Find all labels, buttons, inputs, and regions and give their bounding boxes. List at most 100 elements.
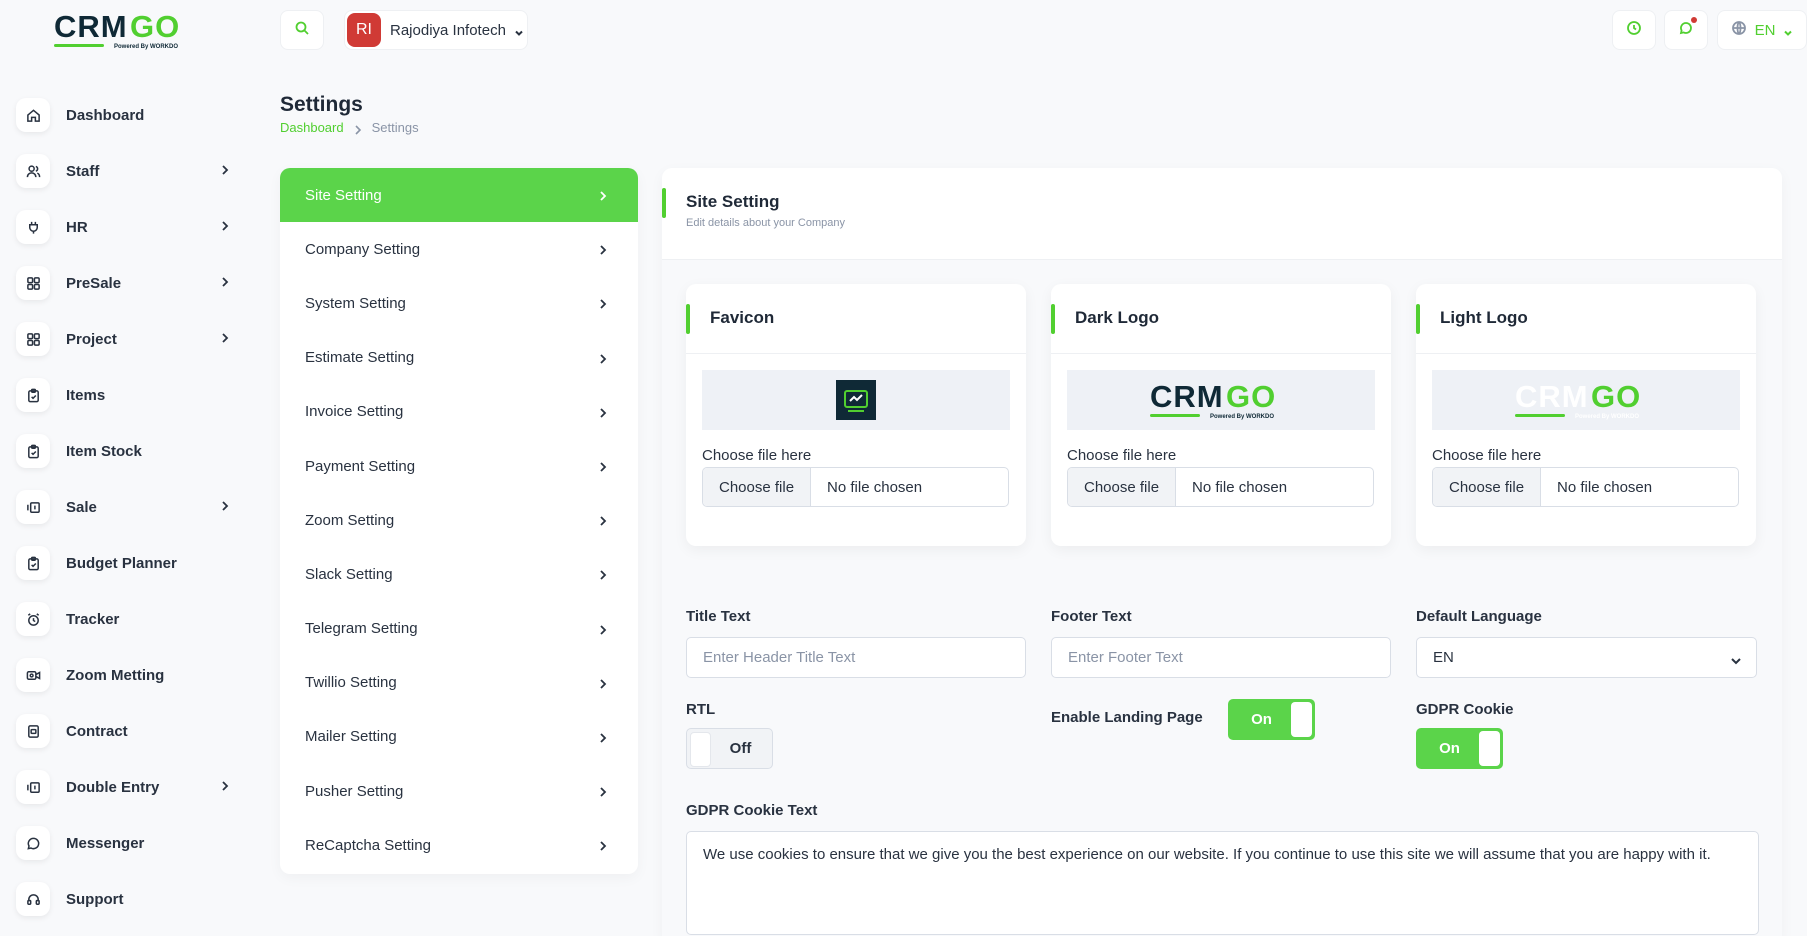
sidebar-item-label: Staff — [66, 162, 100, 180]
time-tracker-button[interactable] — [1612, 10, 1656, 50]
chevron-right-icon — [598, 189, 608, 201]
sidebar-item-dashboard[interactable]: Dashboard — [16, 87, 236, 143]
sidebar-item-project[interactable]: Project — [16, 311, 236, 367]
settings-menu-label: Payment Setting — [305, 457, 416, 475]
favicon-image — [836, 380, 876, 420]
title-text-input[interactable] — [686, 637, 1026, 678]
accent-bar — [686, 304, 690, 334]
landing-page-toggle[interactable]: On — [1228, 699, 1315, 740]
default-language-label: Default Language — [1416, 608, 1542, 625]
accent-bar — [1416, 304, 1420, 334]
sidebar-item-tracker[interactable]: Tracker — [16, 591, 236, 647]
choose-file-button[interactable]: Choose file — [1433, 468, 1542, 506]
sidebar-item-contract[interactable]: Contract — [16, 703, 236, 759]
light-logo-card: Light Logo CRM GO Powered By WORKDO Choo… — [1416, 284, 1756, 546]
dark-logo-file-input[interactable]: Choose file No file chosen — [1067, 467, 1374, 507]
chevron-right-icon — [218, 779, 232, 793]
breadcrumb-dashboard-link[interactable]: Dashboard — [280, 120, 344, 135]
chevron-right-icon — [218, 499, 232, 513]
clock-icon — [1626, 20, 1642, 41]
rtl-toggle[interactable]: Off — [686, 728, 773, 769]
settings-menu-item-system[interactable]: System Setting — [280, 276, 638, 330]
settings-menu: Site Setting Company Setting System Sett… — [280, 168, 638, 874]
gdpr-cookie-textarea[interactable]: We use cookies to ensure that we give yo… — [686, 831, 1759, 935]
settings-menu-item-invoice[interactable]: Invoice Setting — [280, 385, 638, 439]
search-button[interactable] — [280, 10, 324, 50]
sidebar-item-items[interactable]: Items — [16, 367, 236, 423]
sidebar-item-label: Zoom Metting — [66, 666, 165, 684]
favicon-preview — [702, 370, 1010, 430]
sidebar-item-item-stock[interactable]: Item Stock — [16, 423, 236, 479]
breadcrumb-current: Settings — [371, 120, 419, 135]
chevron-right-icon — [218, 163, 232, 177]
sidebar-item-label: Budget Planner — [66, 554, 177, 572]
settings-menu-item-zoom[interactable]: Zoom Setting — [280, 493, 638, 547]
file-status: No file chosen — [827, 478, 923, 496]
sidebar-item-messenger[interactable]: Messenger — [16, 815, 236, 871]
settings-menu-item-pusher[interactable]: Pusher Setting — [280, 764, 638, 818]
chevron-right-icon — [218, 331, 232, 345]
globe-icon — [1731, 20, 1747, 41]
company-switcher[interactable]: RI Rajodiya Infotech — [344, 10, 528, 50]
svg-text:Powered By WORKDO: Powered By WORKDO — [1210, 414, 1274, 420]
headset-icon — [16, 882, 50, 916]
choose-file-button[interactable]: Choose file — [703, 468, 812, 506]
footer-text-input[interactable] — [1051, 637, 1391, 678]
favicon-file-input[interactable]: Choose file No file chosen — [702, 467, 1009, 507]
settings-menu-item-mailer[interactable]: Mailer Setting — [280, 710, 638, 764]
language-switcher[interactable]: EN — [1717, 10, 1807, 50]
light-logo-preview: CRM GO Powered By WORKDO — [1432, 370, 1740, 430]
gdpr-cookie-toggle[interactable]: On — [1416, 728, 1503, 769]
avatar: RI — [347, 13, 381, 47]
chat-icon — [16, 826, 50, 860]
crmgo-logo[interactable]: CRM GO Powered By WORKDO — [54, 8, 196, 52]
settings-menu-item-slack[interactable]: Slack Setting — [280, 547, 638, 601]
rtl-label: RTL — [686, 701, 716, 718]
search-icon — [294, 20, 310, 41]
sidebar-item-staff[interactable]: Staff — [16, 143, 236, 199]
selected-language: EN — [1433, 649, 1454, 666]
sidebar-item-sale[interactable]: Sale — [16, 479, 236, 535]
settings-menu-item-recaptcha[interactable]: ReCaptcha Setting — [280, 818, 638, 872]
chevron-right-icon — [598, 623, 608, 635]
chevron-right-icon — [598, 731, 608, 743]
sidebar-item-hr[interactable]: HR — [16, 199, 236, 255]
settings-menu-label: Twillio Setting — [305, 674, 397, 692]
chevron-right-icon — [598, 352, 608, 364]
svg-text:CRM: CRM — [54, 9, 128, 44]
chevron-right-icon — [598, 785, 608, 797]
svg-text:GO: GO — [1226, 379, 1276, 414]
settings-menu-item-telegram[interactable]: Telegram Setting — [280, 602, 638, 656]
settings-menu-item-site[interactable]: Site Setting — [280, 168, 638, 223]
sidebar-item-label: Support — [66, 890, 124, 908]
device-icon — [16, 714, 50, 748]
settings-menu-item-estimate[interactable]: Estimate Setting — [280, 331, 638, 385]
settings-menu-item-payment[interactable]: Payment Setting — [280, 439, 638, 493]
svg-text:Powered By WORKDO: Powered By WORKDO — [1575, 414, 1639, 420]
sidebar-item-budget-planner[interactable]: Budget Planner — [16, 535, 236, 591]
settings-menu-label: Site Setting — [305, 186, 382, 204]
chevron-right-icon — [598, 243, 608, 255]
sidebar-item-label: Sale — [66, 498, 97, 516]
light-logo-image: CRM GO Powered By WORKDO — [1515, 379, 1640, 420]
settings-menu-item-company[interactable]: Company Setting — [280, 222, 638, 276]
breadcrumb: Dashboard Settings — [280, 120, 419, 135]
sidebar-item-zoom-metting[interactable]: Zoom Metting — [16, 647, 236, 703]
site-setting-card: Site Setting Edit details about your Com… — [662, 168, 1782, 936]
settings-menu-label: Slack Setting — [305, 565, 393, 583]
messages-button[interactable] — [1664, 10, 1708, 50]
sidebar-item-double-entry[interactable]: Double Entry — [16, 759, 236, 815]
sidebar-item-label: Dashboard — [66, 106, 145, 124]
chevron-right-icon — [598, 514, 608, 526]
sidebar-item-support[interactable]: Support — [16, 871, 236, 927]
settings-menu-label: Invoice Setting — [305, 403, 404, 421]
light-logo-file-input[interactable]: Choose file No file chosen — [1432, 467, 1739, 507]
default-language-select[interactable]: EN — [1416, 637, 1757, 678]
choose-file-button[interactable]: Choose file — [1068, 468, 1177, 506]
cash-icon — [16, 770, 50, 804]
settings-menu-item-twillio[interactable]: Twillio Setting — [280, 656, 638, 710]
chevron-right-icon — [598, 839, 608, 851]
sidebar-item-presale[interactable]: PreSale — [16, 255, 236, 311]
chevron-right-icon — [598, 568, 608, 580]
language-label: EN — [1754, 21, 1776, 39]
